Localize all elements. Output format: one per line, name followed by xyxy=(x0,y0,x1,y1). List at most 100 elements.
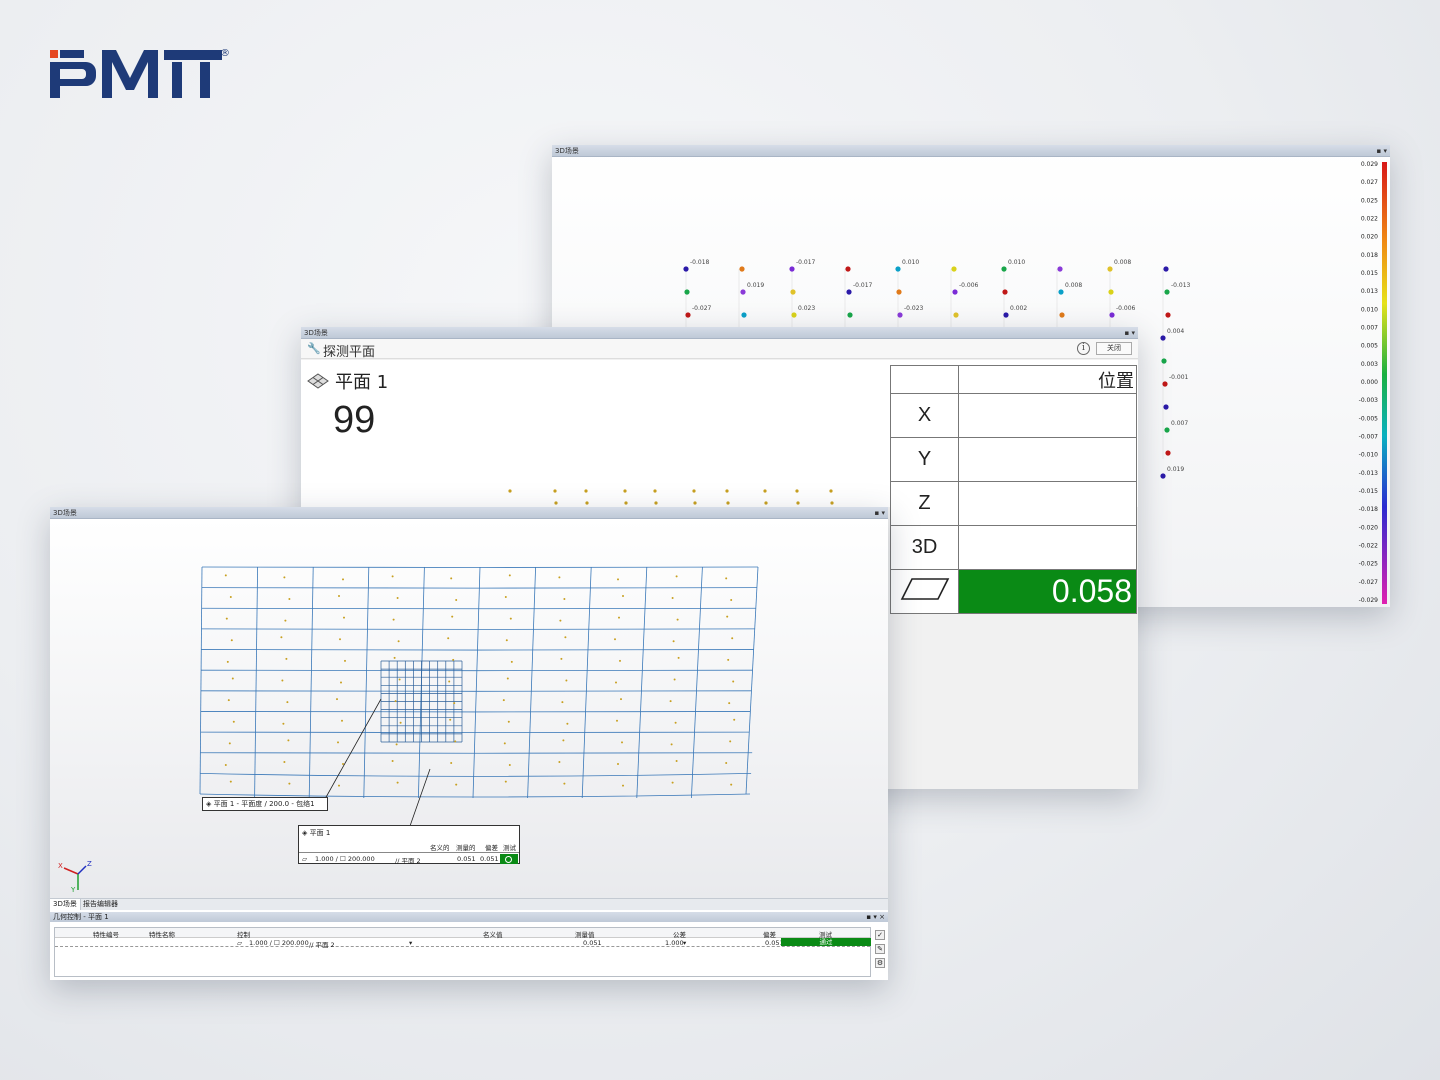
close-button[interactable]: 关闭 xyxy=(1096,342,1132,355)
table-row[interactable]: ▱ 1.000 / ☐ 200.000 // 平面 2 ▾ 0.051 1.00… xyxy=(55,938,871,949)
probe-window-title: 3D场景 xyxy=(304,329,328,337)
deviation-label: -0.006 xyxy=(959,282,979,289)
color-scale-tick: -0.022 xyxy=(1359,543,1379,550)
tab-report-editor[interactable]: 报告编辑器 xyxy=(80,899,121,910)
color-scale-tick: -0.027 xyxy=(1359,579,1379,586)
probe-point xyxy=(829,489,833,493)
probe-point xyxy=(693,501,697,505)
measurement-point xyxy=(449,718,452,721)
deviation-point xyxy=(1059,312,1065,318)
color-scale-tick: -0.020 xyxy=(1359,524,1379,531)
color-scale-tick: 0.013 xyxy=(1361,288,1378,295)
dropdown-chevron-icon[interactable]: ▾ xyxy=(409,939,412,947)
deviation-point xyxy=(953,312,959,318)
measurement-point xyxy=(451,615,454,618)
measurement-point xyxy=(281,679,284,682)
deviation-point xyxy=(740,289,746,295)
callout2-deviation-header: 偏差 xyxy=(485,844,498,852)
measurement-point xyxy=(397,640,400,643)
axis-z-label: Z xyxy=(890,481,959,526)
measurement-point xyxy=(622,594,624,597)
scene-front-title: 3D场景 xyxy=(53,509,77,517)
flatness-result: 0.058 xyxy=(958,569,1137,614)
measurement-point xyxy=(508,574,511,577)
measurement-point xyxy=(726,615,729,618)
deviation-point xyxy=(1057,266,1063,272)
deviation-label: 0.008 xyxy=(1114,259,1131,266)
measurement-point xyxy=(729,740,732,743)
deviation-point xyxy=(685,312,691,318)
side-toolbar: ✓ ✎ ⚙ xyxy=(875,930,886,972)
callout1-text: 平面 1 - 平面度 / 200.0 - 包络1 xyxy=(213,800,315,808)
info-icon[interactable]: i xyxy=(1077,342,1090,355)
measurement-point xyxy=(342,763,344,766)
x-axis-label: X xyxy=(58,862,63,870)
callout2-test-header: 测试 xyxy=(503,844,516,852)
axis-y-label: Y xyxy=(890,437,959,482)
axis-3d-value xyxy=(958,525,1137,570)
measurement-point xyxy=(725,762,728,765)
measurement-point xyxy=(727,658,730,661)
measurement-point xyxy=(675,575,678,578)
plane-callout[interactable]: ◈ 平面 1 名义的 测量的 偏差 测试 ▱ 1.000 / ☐ 200.000… xyxy=(298,825,520,865)
measurement-point xyxy=(282,722,285,725)
measurement-point xyxy=(560,657,563,660)
deviation-label: 0.004 xyxy=(1167,328,1184,335)
tolerance-chevron-icon[interactable]: ▾ xyxy=(683,939,686,947)
row-tolerance[interactable]: 1.000 xyxy=(665,939,684,947)
measurement-point xyxy=(452,658,455,661)
deviation-label: 0.010 xyxy=(902,259,919,266)
measurement-point xyxy=(226,660,229,663)
tab-3d-scene[interactable]: 3D场景 xyxy=(50,899,81,910)
probe-header-title: 探测平面 xyxy=(323,345,376,360)
deviation-point xyxy=(741,312,747,318)
flatness-callout[interactable]: ◈ 平面 1 - 平面度 / 200.0 - 包络1 xyxy=(202,797,328,811)
measurement-point xyxy=(224,574,227,577)
probe-point xyxy=(584,489,588,493)
check-icon[interactable]: ✓ xyxy=(875,930,885,940)
color-scale-tick: -0.005 xyxy=(1359,415,1379,422)
measurement-point xyxy=(232,720,235,723)
deviation-point xyxy=(1161,358,1167,364)
pin-icon[interactable]: ▪ ▾ × xyxy=(866,912,885,922)
measurement-point xyxy=(676,618,679,621)
color-scale-tick: -0.029 xyxy=(1359,597,1379,604)
deviation-label: -0.027 xyxy=(692,305,712,312)
pin-icon[interactable]: ▪ ▾ xyxy=(1125,327,1135,339)
parallelogram-icon: ▱ xyxy=(302,855,307,863)
settings-icon[interactable]: ⚙ xyxy=(875,958,885,968)
measurement-point xyxy=(503,742,506,745)
deviation-point xyxy=(1163,266,1169,272)
color-scale-tick: 0.018 xyxy=(1361,252,1378,259)
color-scale-tick: -0.013 xyxy=(1359,470,1379,477)
row-control: 1.000 / ☐ 200.000 xyxy=(249,939,309,947)
position-header: 位置 xyxy=(958,365,1137,394)
measurement-point xyxy=(504,595,507,598)
color-scale-tick: 0.025 xyxy=(1361,197,1378,204)
measurement-point xyxy=(228,742,231,745)
color-scale-tick: -0.015 xyxy=(1359,488,1379,495)
measurement-point xyxy=(283,761,286,764)
measurement-point xyxy=(563,782,566,785)
deviation-label: 0.008 xyxy=(1065,282,1082,289)
pin-icon[interactable]: ▪ ▾ xyxy=(1377,145,1387,157)
edit-icon[interactable]: ✎ xyxy=(875,944,885,954)
measurement-point xyxy=(675,760,678,763)
measurement-point xyxy=(558,576,561,579)
callout2-measured: 0.051 xyxy=(457,855,476,863)
measurement-point xyxy=(561,701,564,704)
measurement-point xyxy=(563,597,566,600)
pin-icon[interactable]: ▪ ▾ xyxy=(875,507,885,519)
measurement-point xyxy=(669,700,672,703)
scene-back-titlebar: 3D场景 ▪ ▾ xyxy=(552,145,1390,157)
deviation-point xyxy=(683,266,689,272)
deviation-point xyxy=(1163,404,1169,410)
scene-front-titlebar: 3D场景 ▪ ▾ xyxy=(50,507,888,519)
deviation-label: -0.006 xyxy=(1116,305,1136,312)
plane-name: 平面 1 xyxy=(335,372,389,393)
deviation-point xyxy=(1003,312,1009,318)
measurement-point xyxy=(509,617,512,620)
axis-y-value xyxy=(958,437,1137,482)
callout2-title: 平面 1 xyxy=(309,829,331,837)
table-header: 特性编号 特性名称 控制 名义值 测量值 公差 偏差 测试 xyxy=(55,928,870,939)
